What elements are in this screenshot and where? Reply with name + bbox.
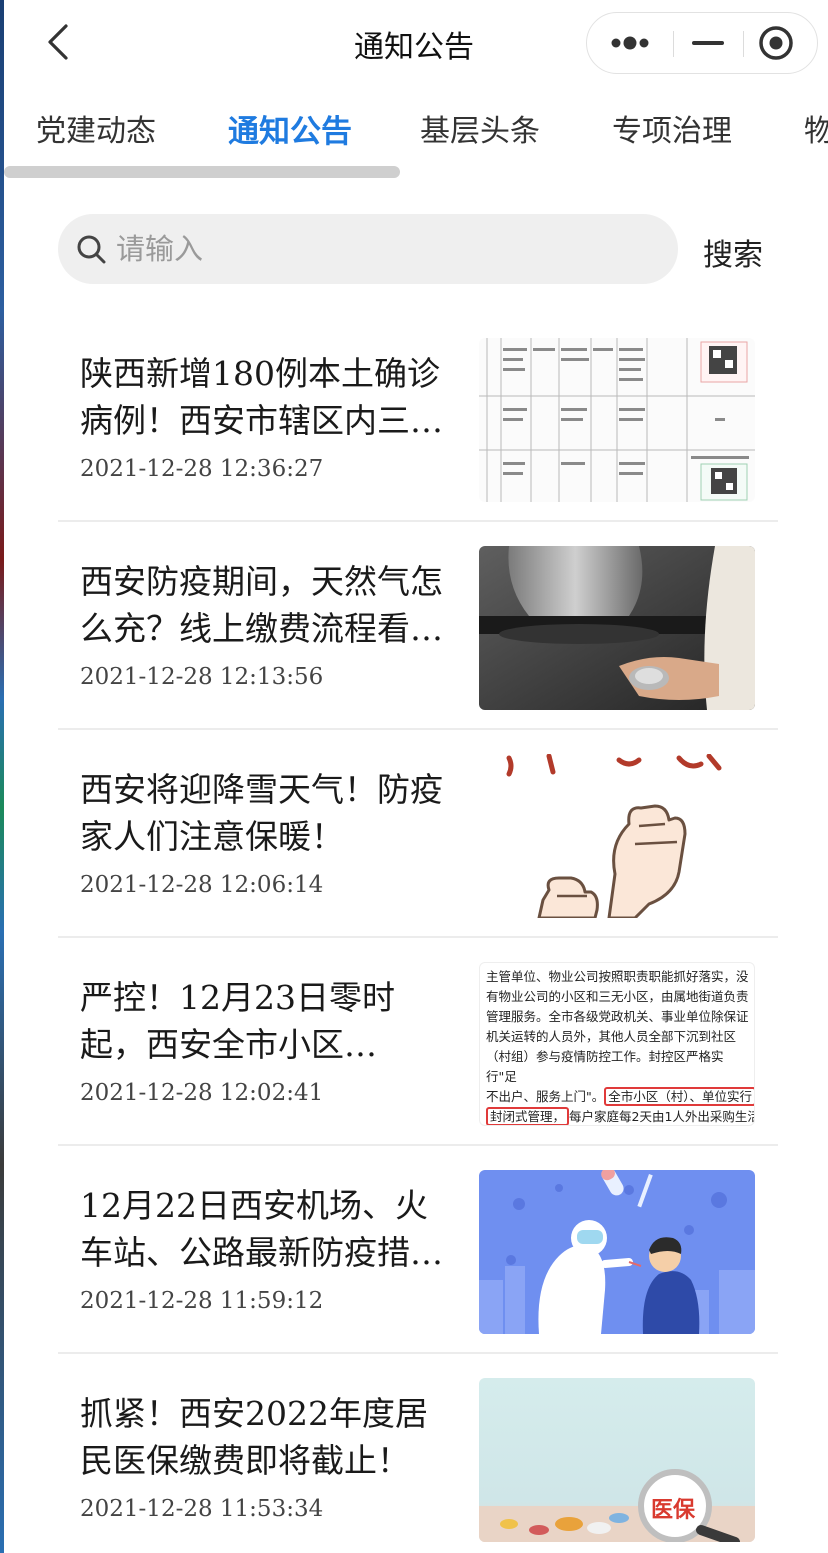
tab-grassroots-headlines[interactable]: 基层头条 <box>420 106 540 150</box>
news-title: 严控！12月23日零时起，西安全市小区（村）、… <box>80 978 395 1064</box>
news-item[interactable]: 严控！12月23日零时起，西安全市小区（村）、… 2021-12-28 12:0… <box>58 938 778 1146</box>
tab-party-building[interactable]: 党建动态 <box>36 106 156 150</box>
news-time: 2021-12-28 12:06:14 <box>80 872 324 898</box>
medical-insurance-image: 医保 <box>479 1378 755 1542</box>
news-item[interactable]: 陕西新增180例本土确诊病例！西安市辖区内三… 2021-12-28 12:36… <box>58 314 778 522</box>
window-edge-strip <box>0 0 4 1553</box>
news-title: 陕西新增180例本土确诊病例！西安市辖区内三… <box>80 354 443 440</box>
notice-line: （村组）参与疫情防控工作。封控区严格实行"足 <box>486 1049 724 1084</box>
insurance-label: 医保 <box>651 1498 696 1523</box>
tab-notices[interactable]: 通知公告 <box>228 106 352 151</box>
news-list: 陕西新增180例本土确诊病例！西安市辖区内三… 2021-12-28 12:36… <box>58 314 778 1553</box>
mini-program-capsule <box>586 12 818 74</box>
news-title: 西安防疫期间，天然气怎么充？线上缴费流程看… <box>80 562 443 648</box>
news-time: 2021-12-28 12:36:27 <box>80 456 324 482</box>
news-time: 2021-12-28 11:53:34 <box>80 1496 324 1522</box>
notice-line: 每户家庭每2天由1人外出采购生活 <box>569 1109 755 1124</box>
news-time: 2021-12-28 11:59:12 <box>80 1288 324 1314</box>
highlighted-notice-text: 封闭式管理， <box>486 1107 570 1125</box>
news-title: 西安将迎降雪天气！防疫家人们注意保暖！ <box>80 770 443 856</box>
news-title: 抓紧！西安2022年度居民医保缴费即将截止！ <box>80 1394 428 1480</box>
news-title: 12月22日西安机场、火车站、公路最新防疫措施… <box>80 1186 428 1272</box>
covid-test-illustration-image <box>479 1170 755 1334</box>
news-time: 2021-12-28 12:02:41 <box>80 1080 324 1106</box>
record-target-icon <box>759 26 793 60</box>
tab-special-governance[interactable]: 专项治理 <box>612 106 732 150</box>
news-item[interactable]: 西安防疫期间，天然气怎么充？线上缴费流程看… 2021-12-28 12:13:… <box>58 522 778 730</box>
notice-line: 不出户、服务上门"。 <box>486 1089 605 1104</box>
news-item[interactable]: 西安将迎降雪天气！防疫家人们注意保暖！ 2021-12-28 12:06:14 <box>58 730 778 938</box>
close-button[interactable] <box>743 13 817 73</box>
gas-stove-image <box>479 546 755 710</box>
notice-line: 管理服务。全市各级党政机关、事业单位除保证 <box>486 1009 749 1024</box>
search-button[interactable]: 搜索 <box>703 230 763 274</box>
notice-text-image: 主管单位、物业公司按照职责职能抓好落实，没 有物业公司的小区和三无小区，由属地街… <box>479 962 755 1126</box>
tab-truncated[interactable]: 物 <box>804 106 828 150</box>
notice-line: 主管单位、物业公司按照职责职能抓好落实，没 <box>486 969 749 984</box>
news-item[interactable]: 12月22日西安机场、火车站、公路最新防疫措施… 2021-12-28 11:5… <box>58 1146 778 1354</box>
search-input[interactable] <box>116 224 656 274</box>
hospital-table-image <box>479 338 755 502</box>
tabs-scrollbar[interactable] <box>4 166 400 178</box>
notice-line: 机关运转的人员外，其他人员全部下沉到社区 <box>486 1029 737 1044</box>
top-nav-bar: 通知公告 <box>0 0 828 86</box>
minimize-icon <box>692 41 724 45</box>
search-icon <box>77 235 106 264</box>
minimize-button[interactable] <box>673 13 743 73</box>
news-time: 2021-12-28 12:13:56 <box>80 664 324 690</box>
news-item[interactable]: 抓紧！西安2022年度居民医保缴费即将截止！ 2021-12-28 11:53:… <box>58 1354 778 1553</box>
notice-line: 有物业公司的小区和三无小区，由属地街道负责 <box>486 989 749 1004</box>
more-dots-icon <box>611 36 649 50</box>
highlighted-notice-text: 全市小区（村）、单位实行 <box>604 1087 754 1106</box>
search-bar <box>58 214 678 284</box>
fist-illustration-image <box>479 754 755 918</box>
more-button[interactable] <box>587 13 673 73</box>
category-tabs: 党建动态 通知公告 基层头条 专项治理 物 <box>0 100 828 162</box>
